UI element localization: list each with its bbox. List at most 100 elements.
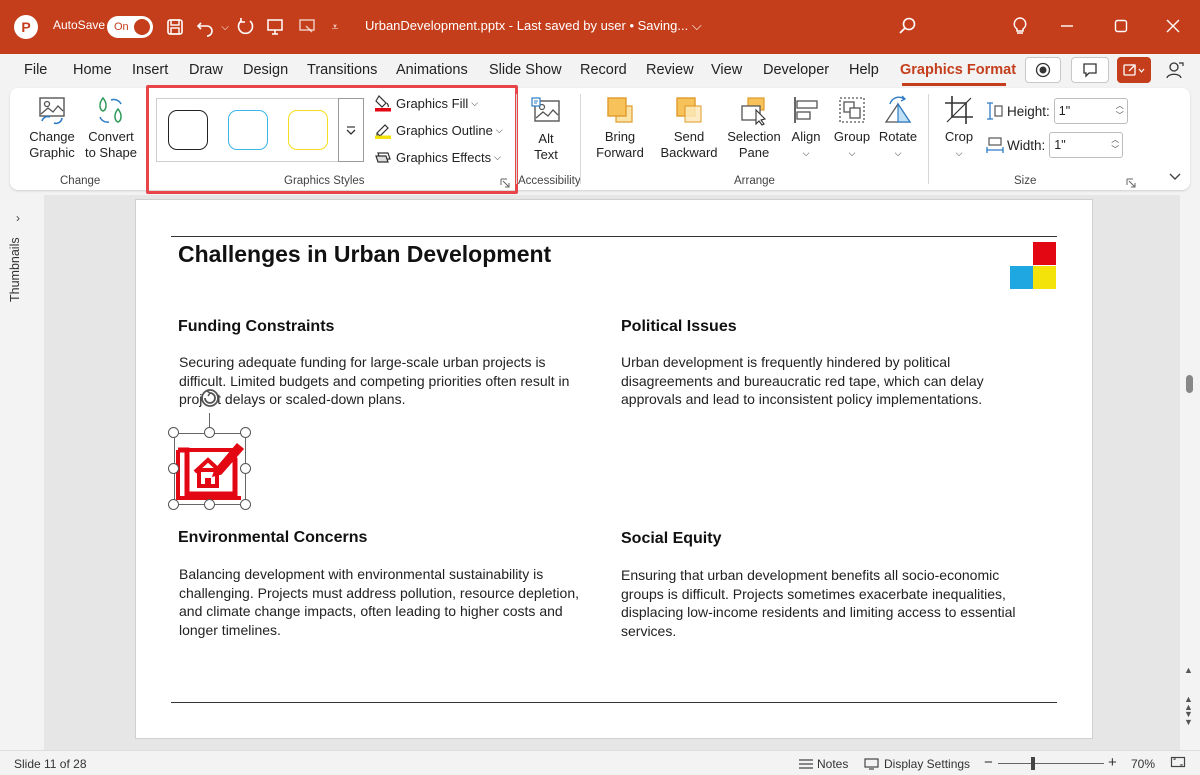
tab-animations[interactable]: Animations [396, 62, 468, 78]
convert-to-shape-button[interactable]: Convert to Shape [82, 94, 140, 161]
crop-button[interactable]: Crop ⌵ [940, 94, 978, 161]
rotate-button[interactable]: Rotate ⌵ [876, 94, 920, 161]
zoom-out-button[interactable]: − [984, 754, 993, 771]
slide-title[interactable]: Challenges in Urban Development [178, 241, 551, 268]
zoom-slider-track[interactable] [998, 763, 1104, 764]
undo-dropdown-chevron-icon[interactable]: ⌵ [214, 16, 236, 38]
convert-to-shape-label: Convert to Shape [84, 129, 138, 160]
size-dialog-launcher-icon[interactable] [1126, 176, 1136, 191]
width-input[interactable]: 1" ︿ ﹀ [1049, 132, 1124, 158]
alt-text-button[interactable]: Alt Text [524, 96, 568, 163]
group-label-arrange: Arrange [734, 175, 775, 187]
section-heading-social[interactable]: Social Equity [621, 530, 721, 548]
convert-to-shape-icon [95, 94, 127, 126]
close-icon[interactable] [1158, 12, 1188, 40]
tab-view[interactable]: View [711, 62, 742, 78]
document-title[interactable]: UrbanDevelopment.pptx - Last saved by us… [365, 18, 702, 34]
group-label: Group [833, 129, 871, 144]
height-spinner-icon[interactable]: ︿ ﹀ [1116, 101, 1124, 121]
tab-slide-show[interactable]: Slide Show [489, 62, 562, 78]
height-input[interactable]: 1" ︿ ﹀ [1053, 98, 1128, 124]
tab-transitions[interactable]: Transitions [307, 62, 377, 78]
scroll-up-icon[interactable]: ▲ [1184, 665, 1193, 675]
share-button[interactable] [1117, 57, 1151, 83]
resize-handle-top-right[interactable] [240, 427, 251, 438]
resize-handle-bottom-right[interactable] [240, 499, 251, 510]
slideshow-icon[interactable] [296, 16, 318, 38]
lightbulb-icon[interactable] [1005, 12, 1035, 40]
bring-forward-button[interactable]: Bring Forward [596, 94, 644, 161]
section-body-political[interactable]: Urban development is frequently hindered… [621, 353, 1021, 409]
tab-record[interactable]: Record [580, 62, 627, 78]
minimize-icon[interactable] [1052, 12, 1082, 40]
next-slide-icon[interactable]: ▼ ▼ [1184, 710, 1193, 727]
display-settings-button[interactable]: Display Settings [864, 757, 970, 771]
resize-handle-top-left[interactable] [168, 427, 179, 438]
tab-design[interactable]: Design [243, 62, 288, 78]
section-heading-funding[interactable]: Funding Constraints [178, 318, 334, 336]
slide[interactable] [135, 199, 1093, 739]
tab-file[interactable]: File [24, 62, 47, 78]
rotate-handle-icon[interactable] [200, 388, 220, 408]
tab-draw[interactable]: Draw [189, 62, 223, 78]
zoom-level[interactable]: 70% [1131, 757, 1155, 771]
maximize-icon[interactable] [1106, 12, 1136, 40]
customize-qat-icon[interactable]: ⩡ [324, 16, 346, 38]
resize-handle-left[interactable] [168, 463, 179, 474]
change-graphic-button[interactable]: Change Graphic [22, 94, 82, 161]
title-bar: P AutoSave On ⌵ ⩡ UrbanDevelopment.pptx … [0, 0, 1200, 54]
house-blueprint-icon[interactable] [175, 436, 245, 502]
collapse-ribbon-icon[interactable] [1168, 170, 1182, 185]
section-body-funding[interactable]: Securing adequate funding for large-scal… [179, 353, 579, 409]
save-icon[interactable] [164, 16, 186, 38]
tab-insert[interactable]: Insert [132, 62, 168, 78]
resize-handle-bottom-left[interactable] [168, 499, 179, 510]
tab-help[interactable]: Help [849, 62, 879, 78]
powerpoint-logo-icon: P [14, 15, 38, 39]
fit-slide-icon[interactable] [1170, 754, 1186, 770]
tab-developer[interactable]: Developer [763, 62, 829, 78]
thumbnails-label[interactable]: Thumbnails [8, 237, 22, 302]
expand-thumbnails-icon[interactable]: › [16, 211, 20, 225]
section-heading-environmental[interactable]: Environmental Concerns [178, 529, 367, 547]
present-from-start-icon[interactable] [264, 16, 286, 38]
vertical-scrollbar[interactable]: ▲ ▲ ▲ ▼ ▼ [1180, 195, 1200, 750]
ribbon-separator [580, 94, 581, 184]
tab-home[interactable]: Home [73, 62, 112, 78]
search-icon[interactable] [896, 14, 920, 38]
width-row: Width: 1" ︿ ﹀ [986, 132, 1124, 158]
group-button[interactable]: Group ⌵ [830, 94, 874, 161]
toggle-knob [134, 19, 150, 35]
selection-pane-icon [738, 94, 770, 126]
tab-review[interactable]: Review [646, 62, 694, 78]
width-spinner-icon[interactable]: ︿ ﹀ [1111, 135, 1119, 155]
crop-label: Crop [944, 129, 974, 144]
resize-handle-right[interactable] [240, 463, 251, 474]
notes-button[interactable]: Notes [798, 757, 848, 771]
zoom-slider-thumb[interactable] [1031, 757, 1035, 770]
autosave-toggle[interactable]: On [107, 16, 153, 38]
resize-handle-bottom[interactable] [204, 499, 215, 510]
coauthor-icon[interactable] [1160, 57, 1190, 83]
section-heading-political[interactable]: Political Issues [621, 318, 737, 336]
rotate-icon [882, 94, 914, 126]
tab-graphics-format[interactable]: Graphics Format [900, 62, 1016, 78]
scroll-thumb[interactable] [1186, 375, 1193, 393]
align-button[interactable]: Align ⌵ [786, 94, 826, 161]
resize-handle-top[interactable] [204, 427, 215, 438]
record-button[interactable] [1025, 57, 1061, 83]
send-backward-button[interactable]: Send Backward [652, 94, 726, 161]
alt-text-label: Alt Text [534, 131, 558, 162]
section-body-environmental[interactable]: Balancing development with environmental… [179, 565, 579, 639]
selection-pane-label: Selection Pane [727, 129, 781, 160]
change-graphic-label: Change Graphic [29, 129, 75, 160]
undo-icon[interactable] [194, 16, 216, 38]
redo-icon[interactable] [234, 16, 256, 38]
section-body-social[interactable]: Ensuring that urban development benefits… [621, 566, 1021, 640]
alt-text-icon [530, 96, 562, 128]
slide-counter[interactable]: Slide 11 of 28 [14, 757, 87, 771]
comments-button[interactable] [1071, 57, 1109, 83]
active-tab-indicator [902, 83, 1006, 86]
selection-pane-button[interactable]: Selection Pane [724, 94, 784, 161]
zoom-in-button[interactable]: + [1108, 754, 1117, 771]
